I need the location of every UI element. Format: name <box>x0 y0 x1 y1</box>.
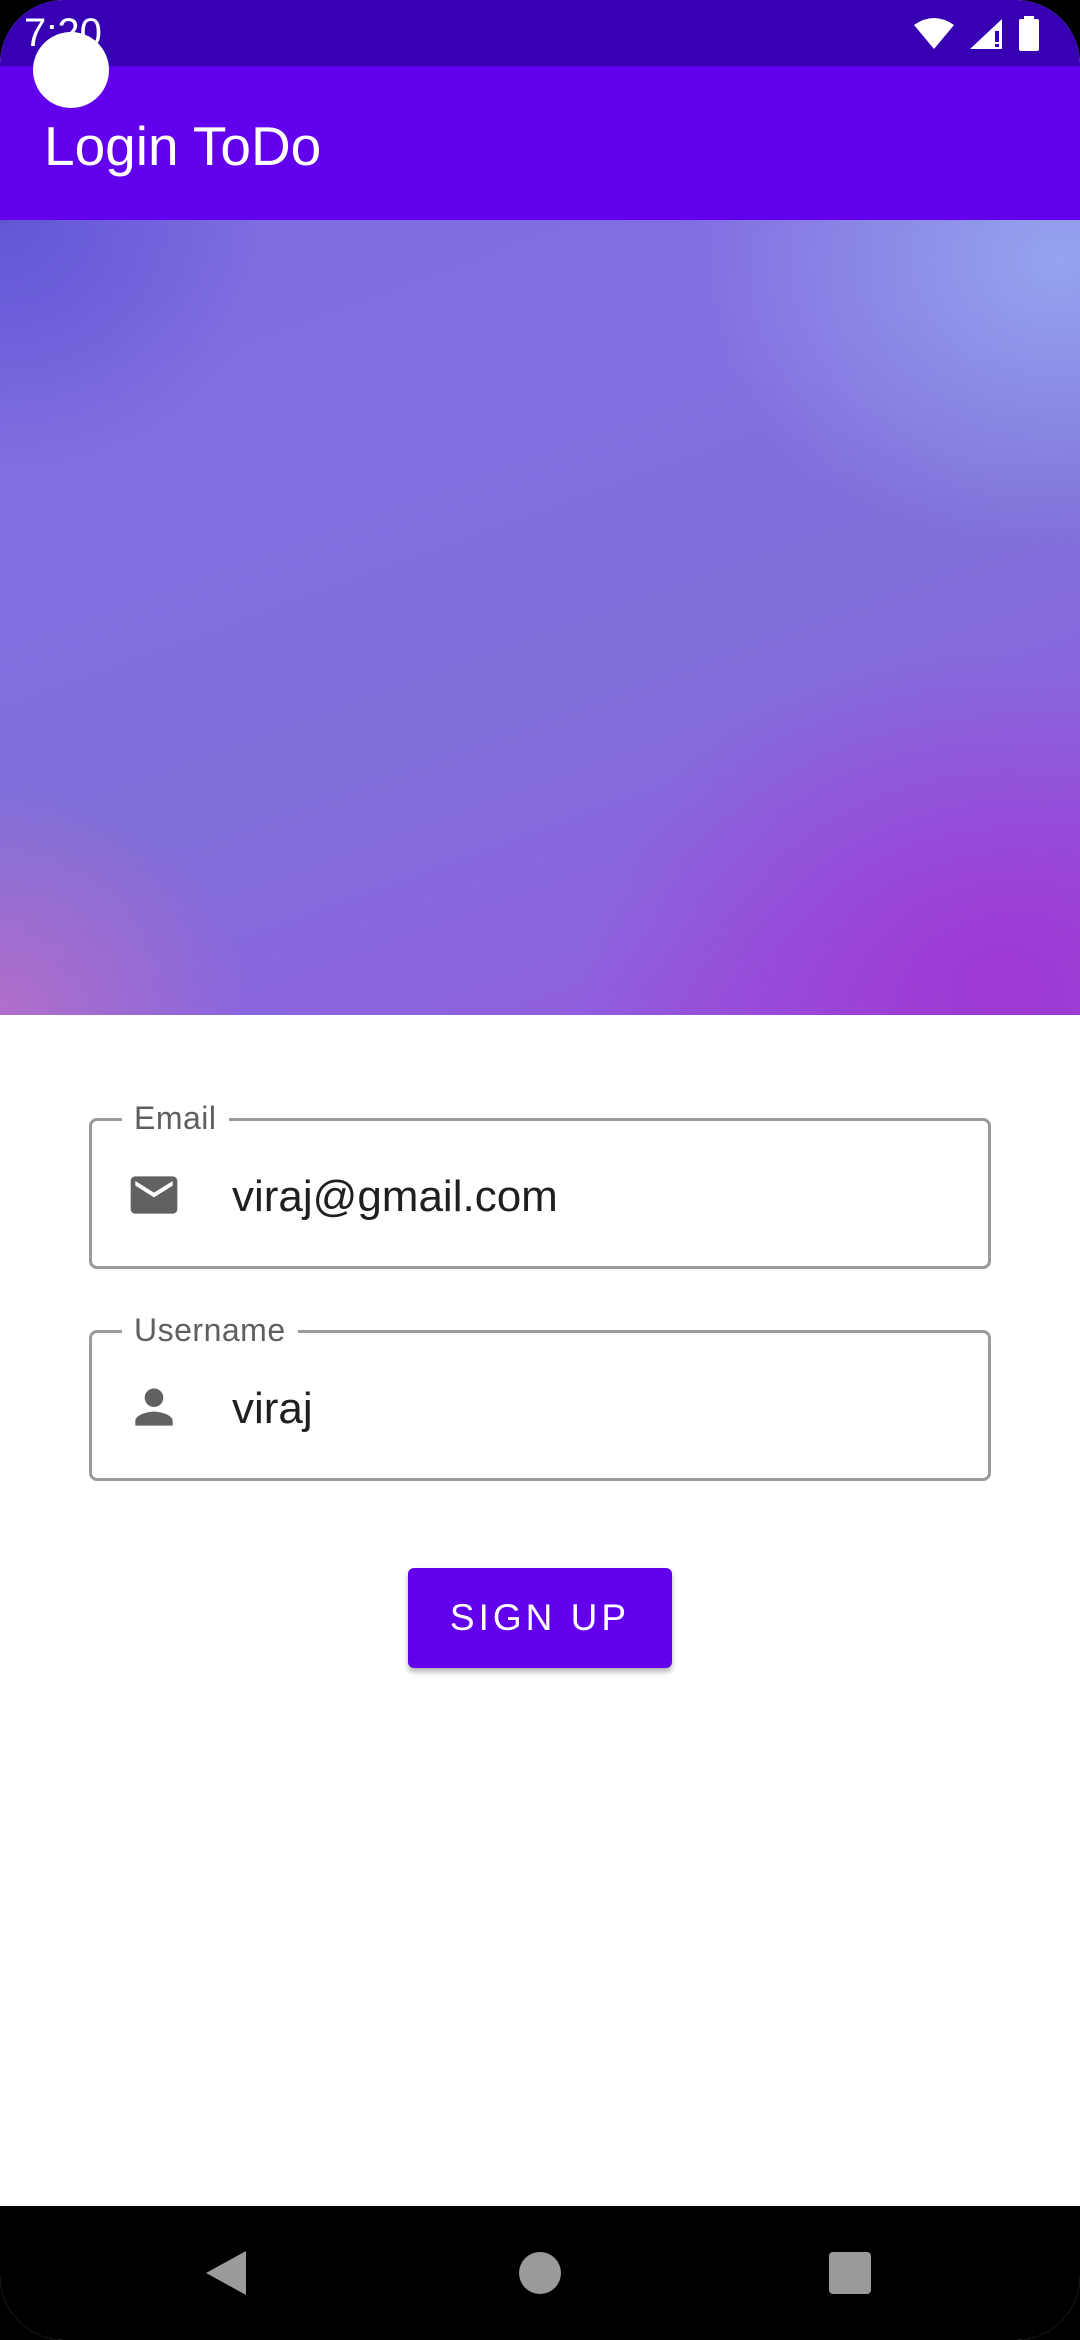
nav-home-button[interactable] <box>450 2206 630 2340</box>
device-screen: 7:20 Login ToDo Email <box>0 0 1080 2340</box>
username-field[interactable]: Username <box>89 1310 991 1481</box>
status-icons <box>914 14 1040 54</box>
sign-up-button[interactable]: SIGN UP <box>408 1568 672 1668</box>
email-field[interactable]: Email <box>89 1098 991 1269</box>
back-icon <box>206 2251 246 2295</box>
nav-recents-button[interactable] <box>760 2206 940 2340</box>
app-bar: Login ToDo <box>0 66 1080 220</box>
username-field-label: Username <box>122 1310 298 1350</box>
email-field-label: Email <box>122 1098 229 1138</box>
hero-gradient-banner <box>0 220 1080 1015</box>
wifi-icon <box>914 18 954 49</box>
home-icon <box>519 2252 561 2294</box>
email-icon <box>130 1176 178 1214</box>
username-input[interactable] <box>232 1383 932 1435</box>
nav-back-button[interactable] <box>136 2206 316 2340</box>
system-nav-bar <box>0 2206 1080 2340</box>
battery-icon <box>1019 16 1039 51</box>
camera-cutout <box>33 32 109 108</box>
recents-icon <box>829 2252 871 2294</box>
status-bar: 7:20 <box>0 0 1080 66</box>
person-icon <box>135 1388 173 1426</box>
email-input[interactable] <box>232 1171 932 1223</box>
app-title: Login ToDo <box>44 115 322 177</box>
cell-signal-icon <box>970 19 1002 49</box>
